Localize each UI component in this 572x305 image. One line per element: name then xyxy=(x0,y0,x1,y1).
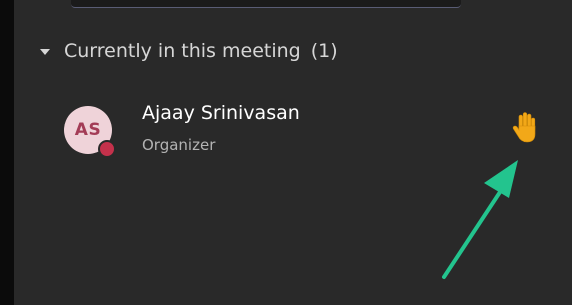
screenshot-frame: Currently in this meeting (1) AS Ajaay S… xyxy=(0,0,572,305)
raised-hand-icon xyxy=(512,112,536,143)
participant-role: Organizer xyxy=(142,136,216,154)
avatar-initials: AS xyxy=(74,120,102,140)
section-title: Currently in this meeting xyxy=(64,40,301,62)
window-edge xyxy=(0,0,14,305)
participant-count: (1) xyxy=(310,40,338,62)
section-header-in-meeting[interactable]: Currently in this meeting (1) xyxy=(40,40,338,62)
chevron-down-icon[interactable] xyxy=(40,49,50,55)
search-box-edge xyxy=(71,0,461,8)
participant-name: Ajaay Srinivasan xyxy=(142,102,300,124)
participants-panel: Currently in this meeting (1) AS Ajaay S… xyxy=(14,0,572,305)
presence-busy-icon xyxy=(98,140,116,158)
participant-row[interactable]: AS Ajaay Srinivasan Organizer xyxy=(64,96,536,168)
